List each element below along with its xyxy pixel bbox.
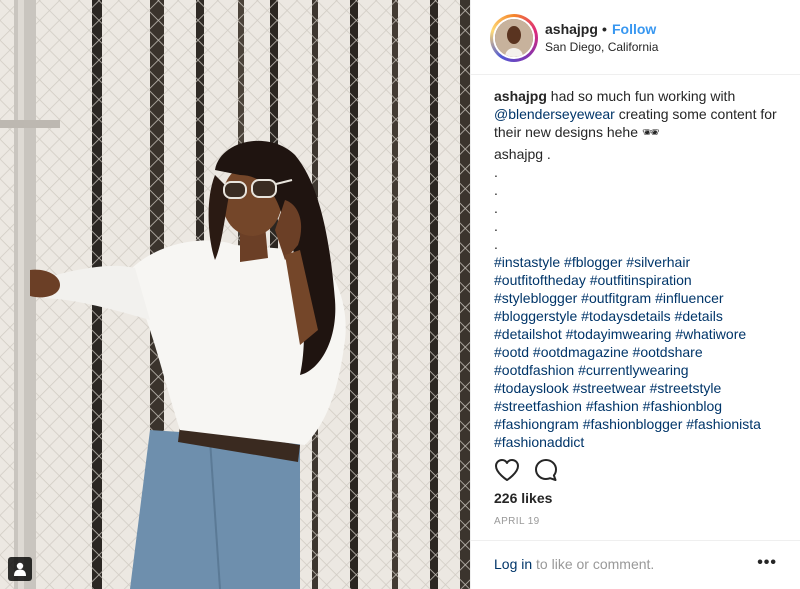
hashtag-row[interactable]: #ootd #ootdmagazine #ootdshare [494,343,784,361]
login-text: to like or comment. [536,556,655,572]
hashtag-row[interactable]: #instastyle #fblogger #silverhair [494,253,784,271]
login-prompt: Log in to like or comment. [494,556,654,572]
hashtag-row[interactable]: #styleblogger #outfitgram #influencer [494,289,784,307]
hashtag-row[interactable]: #bloggerstyle #todaysdetails #details [494,307,784,325]
heart-icon[interactable] [494,458,520,487]
post-details-panel: ashajpg • Follow San Diego, California a… [470,0,800,589]
post-photo[interactable] [0,0,470,589]
likes-count[interactable]: 226 likes [494,490,552,506]
photo-illustration [0,0,470,589]
post-header: ashajpg • Follow San Diego, California [471,0,800,75]
login-link[interactable]: Log in [494,556,532,572]
comment-icon[interactable] [534,458,558,487]
tagged-people-icon[interactable] [8,557,32,581]
header-username[interactable]: ashajpg [545,21,598,37]
hashtag-row[interactable]: #outfitoftheday #outfitinspiration [494,271,784,289]
post-date: APRIL 19 [494,516,540,527]
caption-mention[interactable]: @blenderseyewear [494,106,615,122]
caption-first-line: ashajpg had so much fun working with @bl… [494,87,784,141]
caption-signature: ashajpg . [494,146,551,162]
hashtag-list: #instastyle #fblogger #silverhair #outfi… [494,253,784,451]
caption-dot: . [494,218,498,234]
hashtag-row[interactable]: #fashiongram #fashionblogger #fashionist… [494,415,784,433]
caption-username[interactable]: ashajpg [494,88,547,104]
hashtag-row[interactable]: #ootdfashion #currentlywearing [494,361,784,379]
hashtag-row[interactable]: #streetfashion #fashion #fashionblog [494,397,784,415]
post-footer: Log in to like or comment. ••• [471,540,800,589]
hashtag-row[interactable]: #detailshot #todayimwearing #whatiwore [494,325,784,343]
caption-dot: . [494,182,498,198]
caption-text-before: had so much fun working with [550,88,736,104]
avatar[interactable] [490,14,538,62]
caption-dot: . [494,200,498,216]
more-options-icon[interactable]: ••• [757,554,777,572]
caption-dot: . [494,236,498,252]
location-link[interactable]: San Diego, California [545,40,658,54]
hashtag-row[interactable]: #todayslook #streetwear #streetstyle [494,379,784,397]
separator-dot: • [602,21,607,37]
hashtag-row[interactable]: #fashionaddict [494,433,784,451]
post-caption: ashajpg had so much fun working with @bl… [494,87,784,451]
follow-button[interactable]: Follow [612,21,656,37]
caption-dot: . [494,164,498,180]
